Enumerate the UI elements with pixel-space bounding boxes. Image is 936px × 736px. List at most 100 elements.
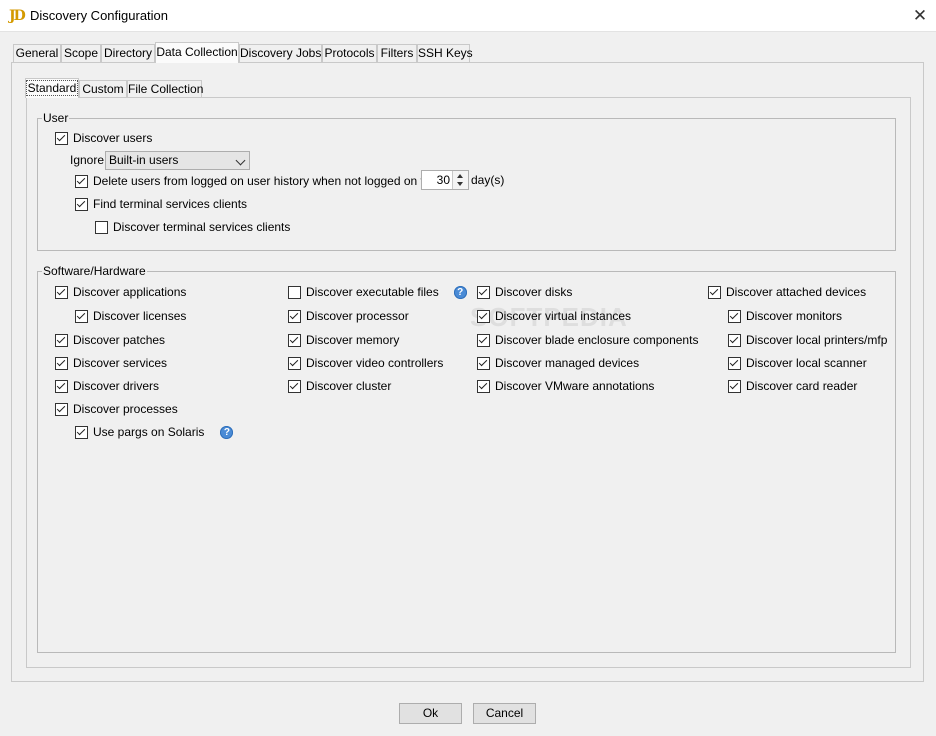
tab-data-collection[interactable]: Data Collection [155, 42, 239, 63]
discover-video-controllers-checkbox[interactable]: Discover video controllers [288, 355, 443, 371]
discover-managed-devices-box[interactable] [477, 356, 490, 370]
use-pargs-checkbox[interactable]: Use pargs on Solaris ? [75, 424, 234, 440]
ignore-label: Ignore [70, 153, 105, 167]
discover-blade-enclosure-label: Discover blade enclosure components [495, 333, 699, 347]
discover-local-printers-checkbox[interactable]: Discover local printers/mfp [728, 332, 887, 348]
discover-processes-box[interactable] [55, 402, 68, 416]
tab-general[interactable]: General [13, 44, 61, 62]
discover-virtual-instances-label: Discover virtual instances [495, 309, 632, 323]
cancel-button[interactable]: Cancel [473, 703, 536, 724]
discover-virtual-instances-checkbox[interactable]: Discover virtual instances [477, 308, 631, 324]
discover-disks-box[interactable] [477, 285, 490, 299]
discover-attached-devices-box[interactable] [708, 285, 721, 299]
subtab-standard-label: Standard [25, 80, 79, 96]
discover-local-printers-box[interactable] [728, 333, 741, 347]
delete-users-box[interactable] [75, 174, 88, 188]
app-logo-icon: JD [9, 8, 26, 24]
discover-blade-enclosure-checkbox[interactable]: Discover blade enclosure components [477, 332, 698, 348]
tab-filters[interactable]: Filters [377, 44, 417, 62]
discover-memory-box[interactable] [288, 333, 301, 347]
subtab-file-collection[interactable]: File Collection [127, 80, 203, 98]
discover-managed-devices-checkbox[interactable]: Discover managed devices [477, 355, 639, 371]
discover-memory-checkbox[interactable]: Discover memory [288, 332, 399, 348]
tab-ssh-keys[interactable]: SSH Keys [417, 44, 473, 62]
discover-video-controllers-box[interactable] [288, 356, 301, 370]
discover-vmware-annotations-checkbox[interactable]: Discover VMware annotations [477, 378, 654, 394]
tab-discovery-jobs[interactable]: Discovery Jobs [239, 44, 322, 62]
discover-services-box[interactable] [55, 356, 68, 370]
ignore-select[interactable]: Built-in users [105, 151, 250, 170]
discover-processes-label: Discover processes [73, 402, 178, 416]
help-icon[interactable]: ? [220, 425, 234, 439]
discover-applications-checkbox[interactable]: Discover applications [55, 284, 186, 300]
discover-managed-devices-label: Discover managed devices [495, 356, 640, 370]
find-terminal-checkbox[interactable]: Find terminal services clients [75, 196, 247, 212]
discover-users-checkbox[interactable]: Discover users [55, 130, 152, 146]
discover-attached-devices-label: Discover attached devices [726, 285, 867, 299]
days-spinner[interactable]: 30 [421, 170, 469, 190]
discover-card-reader-checkbox[interactable]: Discover card reader [728, 378, 857, 394]
discover-card-reader-label: Discover card reader [746, 379, 858, 393]
discover-executable-files-checkbox[interactable]: Discover executable files ? [288, 284, 467, 300]
delete-users-label: Delete users from logged on user history… [93, 174, 435, 188]
discover-licenses-checkbox[interactable]: Discover licenses [75, 308, 186, 324]
discover-drivers-label: Discover drivers [73, 379, 160, 393]
discover-card-reader-box[interactable] [728, 379, 741, 393]
discover-patches-checkbox[interactable]: Discover patches [55, 332, 165, 348]
discover-patches-box[interactable] [55, 333, 68, 347]
discover-applications-box[interactable] [55, 285, 68, 299]
subtab-custom[interactable]: Custom [79, 80, 127, 98]
discover-attached-devices-checkbox[interactable]: Discover attached devices [708, 284, 866, 300]
discover-local-scanner-box[interactable] [728, 356, 741, 370]
discover-monitors-box[interactable] [728, 309, 741, 323]
discover-disks-label: Discover disks [495, 285, 573, 299]
days-unit-label: day(s) [471, 173, 505, 187]
discover-terminal-box[interactable] [95, 220, 108, 234]
discover-disks-checkbox[interactable]: Discover disks [477, 284, 572, 300]
discover-vmware-annotations-box[interactable] [477, 379, 490, 393]
discover-memory-label: Discover memory [306, 333, 400, 347]
discover-users-box[interactable] [55, 131, 68, 145]
discover-drivers-checkbox[interactable]: Discover drivers [55, 378, 159, 394]
software-hardware-group-label: Software/Hardware [42, 264, 147, 278]
title-bar: JD Discovery Configuration ✕ [0, 0, 936, 32]
discover-services-label: Discover services [73, 356, 168, 370]
discover-local-scanner-checkbox[interactable]: Discover local scanner [728, 355, 867, 371]
discover-processor-checkbox[interactable]: Discover processor [288, 308, 409, 324]
discover-drivers-box[interactable] [55, 379, 68, 393]
chevron-down-icon [235, 155, 246, 166]
discover-video-controllers-label: Discover video controllers [306, 356, 444, 370]
discover-cluster-checkbox[interactable]: Discover cluster [288, 378, 391, 394]
discover-terminal-checkbox[interactable]: Discover terminal services clients [95, 219, 290, 235]
discover-cluster-box[interactable] [288, 379, 301, 393]
discover-executable-files-label: Discover executable files [306, 285, 439, 299]
tab-protocols[interactable]: Protocols [322, 44, 377, 62]
spinner-up-icon[interactable] [457, 174, 463, 178]
user-group-label: User [42, 111, 70, 125]
close-icon[interactable]: ✕ [906, 4, 934, 28]
discover-licenses-box[interactable] [75, 309, 88, 323]
discover-local-printers-label: Discover local printers/mfp [746, 333, 888, 347]
window-title: Discovery Configuration [30, 8, 169, 23]
find-terminal-box[interactable] [75, 197, 88, 211]
tab-scope[interactable]: Scope [61, 44, 101, 62]
discover-processes-checkbox[interactable]: Discover processes [55, 401, 178, 417]
discover-monitors-checkbox[interactable]: Discover monitors [728, 308, 842, 324]
delete-users-checkbox[interactable]: Delete users from logged on user history… [75, 173, 435, 189]
use-pargs-box[interactable] [75, 425, 88, 439]
ok-button[interactable]: Ok [399, 703, 462, 724]
discover-processor-label: Discover processor [306, 309, 409, 323]
discover-virtual-instances-box[interactable] [477, 309, 490, 323]
discover-processor-box[interactable] [288, 309, 301, 323]
discover-terminal-label: Discover terminal services clients [113, 220, 291, 234]
help-icon[interactable]: ? [453, 285, 467, 299]
discover-patches-label: Discover patches [73, 333, 166, 347]
subtab-standard[interactable]: Standard [25, 78, 79, 98]
discover-executable-files-box[interactable] [288, 285, 301, 299]
spinner-down-icon[interactable] [457, 182, 463, 186]
discover-blade-enclosure-box[interactable] [477, 333, 490, 347]
discover-services-checkbox[interactable]: Discover services [55, 355, 167, 371]
discover-vmware-annotations-label: Discover VMware annotations [495, 379, 655, 393]
days-value[interactable]: 30 [437, 173, 450, 187]
tab-directory[interactable]: Directory [101, 44, 155, 62]
